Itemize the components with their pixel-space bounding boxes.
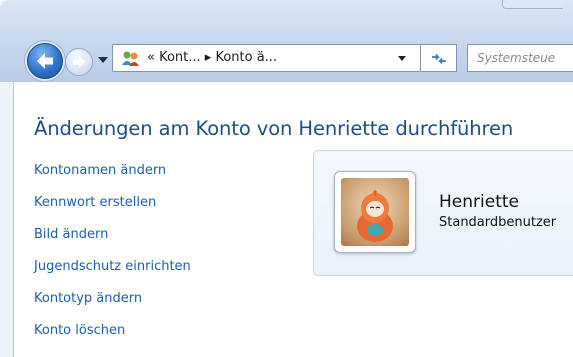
window-caption-edge [502, 0, 563, 9]
change-account-type-link[interactable]: Kontotyp ändern [34, 291, 142, 306]
back-arrow-icon [37, 53, 53, 69]
create-password-link[interactable]: Kennwort erstellen [34, 195, 156, 210]
page-title: Änderungen am Konto von Henriette durchf… [34, 117, 514, 140]
avatar[interactable] [334, 171, 416, 253]
account-card: Henriette Standardbenutzer [313, 150, 573, 276]
search-box[interactable]: Systemsteue [467, 44, 573, 72]
search-input[interactable]: Systemsteue [477, 51, 555, 65]
forward-button[interactable] [65, 48, 93, 76]
back-button[interactable] [27, 43, 63, 79]
recent-pages-dropdown[interactable] [98, 57, 108, 63]
breadcrumb[interactable]: « Kont... ▸ Konto ä... [147, 50, 277, 65]
refresh-icon [432, 53, 446, 65]
content-pane: Änderungen am Konto von Henriette durchf… [13, 82, 573, 357]
account-name: Henriette [439, 192, 519, 212]
window: « Kont... ▸ Konto ä... Systemsteue Änder… [0, 0, 573, 357]
address-bar[interactable]: « Kont... ▸ Konto ä... [112, 44, 421, 72]
parental-controls-link[interactable]: Jugendschutz einrichten [34, 259, 191, 274]
refresh-button[interactable] [421, 44, 457, 72]
rename-account-link[interactable]: Kontonamen ändern [34, 163, 166, 178]
control-panel-users-icon [122, 51, 139, 66]
address-dropdown[interactable] [398, 56, 406, 61]
account-type: Standardbenutzer [439, 215, 557, 230]
avatar-picture [341, 178, 409, 246]
user-avatar-icon [357, 190, 393, 242]
delete-account-link[interactable]: Konto löschen [34, 323, 125, 338]
change-picture-link[interactable]: Bild ändern [34, 227, 108, 242]
forward-arrow-icon [73, 56, 85, 68]
navigation-bar: « Kont... ▸ Konto ä... Systemsteue [0, 0, 573, 82]
